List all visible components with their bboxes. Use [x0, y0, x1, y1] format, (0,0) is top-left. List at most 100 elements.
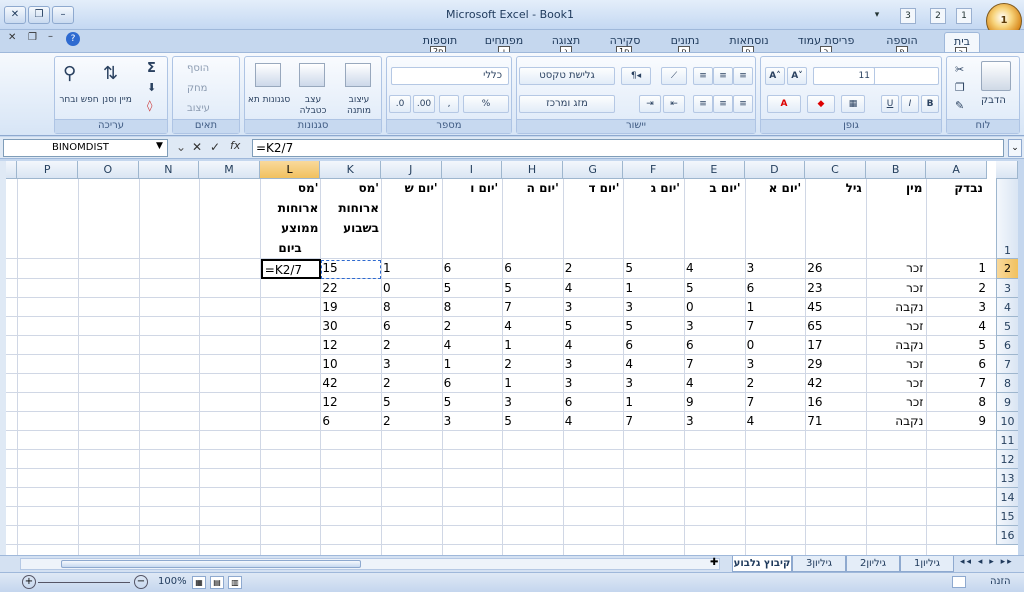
cell-G7[interactable]: 3	[563, 355, 624, 374]
cell-E5[interactable]: 3	[684, 317, 745, 336]
cell-G3[interactable]: 4	[563, 279, 624, 298]
cell-K5[interactable]: 30	[320, 317, 381, 336]
normal-view-icon[interactable]: ▦	[192, 576, 206, 589]
cell-G10[interactable]: 4	[563, 412, 624, 431]
cell-A9[interactable]: 8	[926, 393, 987, 412]
cell-I8[interactable]: 6	[442, 374, 503, 393]
cell-E7[interactable]: 7	[684, 355, 745, 374]
minimize-window-button[interactable]: –	[52, 6, 74, 24]
horizontal-scroll-thumb[interactable]	[61, 560, 361, 568]
cell-C3[interactable]: 23	[805, 279, 866, 298]
tab-add-ins[interactable]: תוספות2ס	[410, 32, 470, 57]
cell-F9[interactable]: 1	[623, 393, 684, 412]
row-header-3[interactable]: 3	[996, 279, 1018, 298]
fill-color-button[interactable]: ◆	[807, 95, 835, 113]
cancel-formula-icon[interactable]: ✕	[192, 140, 202, 154]
sort-filter-button[interactable]: מיין וסנן	[97, 95, 137, 106]
spreadsheet-grid[interactable]: ABCDEFGHIJKLMNOP 1 2 3 4 5 6 7 8 9 10 11 12 13 14 15 16…	[6, 161, 1018, 555]
cut-icon[interactable]: ✂	[955, 63, 964, 76]
cell-F7[interactable]: 4	[623, 355, 684, 374]
cell-J3[interactable]: 0	[381, 279, 442, 298]
cell-G6[interactable]: 4	[563, 336, 624, 355]
tab-formulas[interactable]: נוסחאותח	[718, 32, 780, 57]
cell-E8[interactable]: 4	[684, 374, 745, 393]
cell-D6[interactable]: 0	[745, 336, 806, 355]
number-format-dropdown[interactable]: כללי	[391, 67, 509, 85]
function-args-icon[interactable]: ⌄	[176, 140, 186, 154]
column-header-J[interactable]: J	[381, 161, 442, 179]
cell-K9[interactable]: 12	[320, 393, 381, 412]
cell-B2[interactable]: זכר	[866, 259, 927, 278]
wrap-text-button[interactable]: גלישת טקסט	[519, 67, 615, 85]
column-header-C[interactable]: C	[805, 161, 866, 179]
column-header-E[interactable]: E	[684, 161, 745, 179]
copy-icon[interactable]: ❐	[955, 81, 965, 94]
cell-J2[interactable]: 1	[381, 259, 442, 278]
close-window-button[interactable]: ✕	[4, 6, 26, 24]
cell-F2[interactable]: 5	[623, 259, 684, 278]
cell-H8[interactable]: 1	[502, 374, 563, 393]
cell-H3[interactable]: 5	[502, 279, 563, 298]
underline-button[interactable]: U	[881, 95, 899, 113]
zoom-level[interactable]: 100%	[158, 576, 187, 587]
borders-button[interactable]: ▦	[841, 95, 865, 113]
cell-A7[interactable]: 6	[926, 355, 987, 374]
restore-window-button[interactable]: ❐	[28, 6, 50, 24]
bold-button[interactable]: B	[921, 95, 939, 113]
tab-review[interactable]: סקירה1ס	[600, 32, 650, 57]
cell-D4[interactable]: 1	[745, 298, 806, 317]
zoom-in-icon[interactable]: +	[22, 575, 36, 589]
cell-D3[interactable]: 6	[745, 279, 806, 298]
cell-K3[interactable]: 22	[320, 279, 381, 298]
cell-A3[interactable]: 2	[926, 279, 987, 298]
row-header-12[interactable]: 12	[996, 450, 1018, 469]
cell-A6[interactable]: 5	[926, 336, 987, 355]
qat-redo-button[interactable]: 3	[900, 8, 916, 24]
column-header-D[interactable]: D	[744, 161, 806, 179]
row-header-10[interactable]: 10	[996, 412, 1018, 431]
cell-B6[interactable]: נקבה	[866, 336, 927, 355]
page-layout-view-icon[interactable]: ▤	[210, 576, 224, 589]
cell-I9[interactable]: 5	[442, 393, 503, 412]
cell-C9[interactable]: 16	[805, 393, 866, 412]
cell-B4[interactable]: נקבה	[866, 298, 927, 317]
cell-D7[interactable]: 3	[745, 355, 806, 374]
align-middle-button[interactable]: ≡	[713, 67, 733, 85]
cell-K4[interactable]: 19	[320, 298, 381, 317]
tab-home[interactable]: ביתב	[944, 32, 980, 58]
sheet-tab-3[interactable]: גיליון3	[792, 556, 846, 572]
format-table-button[interactable]: עצב כטבלה	[291, 95, 335, 117]
qat-save-button[interactable]: 1	[956, 8, 972, 24]
cell-D8[interactable]: 2	[745, 374, 806, 393]
cell-H2[interactable]: 6	[502, 259, 563, 278]
cell-D2[interactable]: 3	[745, 259, 806, 278]
cell-F8[interactable]: 3	[623, 374, 684, 393]
rtl-button[interactable]: ¶◂	[621, 67, 651, 85]
cell-H10[interactable]: 5	[502, 412, 563, 431]
cell-C2[interactable]: 26	[805, 259, 866, 278]
grow-font-button[interactable]: A˄	[765, 67, 785, 85]
accounting-format-button[interactable]: %	[463, 95, 509, 113]
align-right-button[interactable]: ≡	[693, 95, 713, 113]
row-header-15[interactable]: 15	[996, 507, 1018, 526]
tab-developer[interactable]: מפתחיםו	[476, 32, 532, 57]
row-header-14[interactable]: 14	[996, 488, 1018, 507]
row-header-9[interactable]: 9	[996, 393, 1018, 412]
column-header-M[interactable]: M	[199, 161, 260, 179]
cell-C5[interactable]: 65	[805, 317, 866, 336]
name-box-dropdown-icon[interactable]: ▼	[156, 141, 163, 151]
cell-E3[interactable]: 5	[684, 279, 745, 298]
cell-C6[interactable]: 17	[805, 336, 866, 355]
cell-B8[interactable]: זכר	[866, 374, 927, 393]
qat-customize-icon[interactable]: ▾	[870, 8, 884, 24]
zoom-out-icon[interactable]: −	[134, 575, 148, 589]
cell-H6[interactable]: 1	[502, 336, 563, 355]
cell-A4[interactable]: 3	[926, 298, 987, 317]
tab-view[interactable]: תצוגהג	[540, 32, 592, 57]
tab-data[interactable]: נתוניםם	[660, 32, 710, 57]
orientation-button[interactable]: ⟋	[661, 67, 687, 85]
insert-function-icon[interactable]: fx	[230, 139, 240, 152]
merge-center-button[interactable]: מזג ומרכז	[519, 95, 615, 113]
cell-A5[interactable]: 4	[926, 317, 987, 336]
column-header-O[interactable]: O	[78, 161, 139, 179]
